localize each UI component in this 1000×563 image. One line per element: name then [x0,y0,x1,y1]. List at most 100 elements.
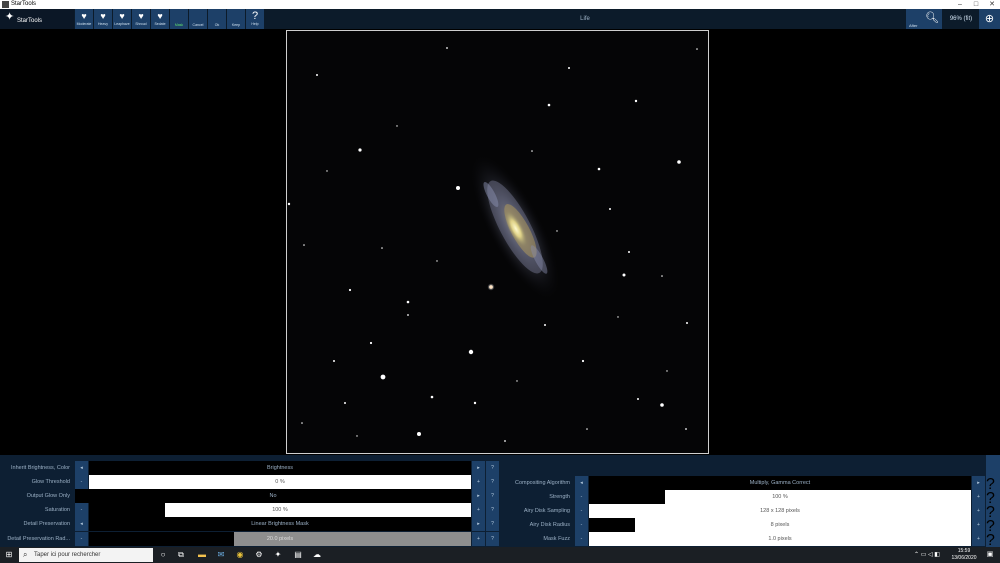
preset-shroud-button[interactable]: ♥ Shroud [132,9,151,29]
decrease-button[interactable]: - [75,503,88,517]
minimize-button[interactable]: – [952,0,968,9]
preset-sedate-button[interactable]: ♥ Sedate [151,9,170,29]
value-text: 128 x 128 pixels [760,508,800,514]
decrease-button[interactable]: - [75,475,88,489]
chrome-icon[interactable]: ◉ [234,547,246,563]
slider-fill [89,503,166,517]
app-icon [2,1,9,8]
increase-button[interactable]: + [972,532,985,546]
preset-leaphaze-button[interactable]: ♥ Leaphaze [113,9,132,29]
param-slider[interactable]: 100 % [89,503,471,517]
windows-start-icon[interactable]: ⊞ [2,547,16,563]
after-label: After [909,23,918,28]
task-view-icon[interactable]: ⧉ [175,547,187,563]
cortana-icon[interactable]: ○ [157,547,169,563]
param-help-button[interactable]: ? [486,489,499,503]
value-text: Brightness [267,465,293,471]
decrease-button[interactable]: - [575,504,588,518]
app-taskbar-icon[interactable]: ▤ [292,547,304,563]
settings-icon[interactable]: ⚙ [253,547,265,563]
param-help-button[interactable]: ? [486,517,499,531]
maximize-button[interactable]: □ [968,0,984,9]
preset-label: Sedate [154,22,166,26]
taskbar-clock[interactable]: 15:59 13/06/2020 [946,548,982,562]
param-slider[interactable]: 8 pixels [589,518,971,532]
param-value[interactable]: Linear Brightness Mask [89,517,471,531]
astro-image[interactable] [286,30,709,454]
heart-icon: ♥ [81,11,87,21]
increase-button[interactable]: + [972,504,985,518]
next-option-button[interactable]: ▸ [472,517,485,531]
heart-icon: ♥ [119,11,125,21]
increase-button[interactable]: + [472,475,485,489]
slider-fill [589,518,635,532]
module-title: Life [580,16,590,22]
search-placeholder: Taper ici pour rechercher [34,552,101,558]
preset-label: Leaphaze [114,22,130,26]
next-option-button[interactable]: ▸ [472,461,485,475]
window-titlebar: StarTools – □ ✕ [0,0,1000,9]
slider-fill [589,490,666,504]
prev-option-button[interactable]: ◂ [75,517,88,531]
system-tray-icons[interactable]: ⌃ ▭ ◁ ◧ [912,547,942,563]
param-row: Glow Threshold - 0 % + ? [0,475,499,489]
mail-icon[interactable]: ✉ [215,547,227,563]
heart-icon: ♥ [100,11,106,21]
decrease-button[interactable]: - [575,518,588,532]
keep-button[interactable]: Keep [227,9,246,29]
notification-icon[interactable]: ▣ [984,547,996,563]
param-slider[interactable]: 1.0 pixels [589,532,971,546]
param-help-button[interactable]: ? [486,532,499,546]
heart-icon: ♥ [157,11,163,21]
zoom-in-button[interactable]: ⊕ [979,9,1000,29]
image-viewport [0,29,1000,455]
param-label: Compositing Algorithm [514,480,570,486]
param-slider[interactable]: 100 % [589,490,971,504]
param-label: Output Glow Only [26,493,70,499]
zoom-level: 96% (fit) [949,16,973,22]
preset-heavy-button[interactable]: ♥ Heavy [94,9,113,29]
prev-option-button[interactable]: ◂ [75,461,88,475]
file-explorer-icon[interactable]: ▬ [196,547,208,563]
decrease-button[interactable]: - [575,490,588,504]
param-help-button[interactable]: ? [486,475,499,489]
increase-button[interactable]: + [972,518,985,532]
next-option-button[interactable]: ▸ [972,476,985,490]
cancel-label: Cancel [192,23,204,27]
help-button[interactable]: ? Help [246,9,265,29]
increase-button[interactable]: + [472,503,485,517]
param-row: Strength - 100 % + [500,490,986,504]
increase-button[interactable]: + [472,532,485,546]
keep-label: Keep [231,23,241,27]
startools-logo[interactable]: ✦ StarTools [0,9,74,29]
param-value[interactable]: Brightness [89,461,471,475]
help-button-strip: ? ? ? ? ? [986,455,1000,549]
close-button[interactable]: ✕ [984,0,1000,9]
zoom-in-icon: ⊕ [984,13,995,25]
param-slider[interactable]: 0 % [89,475,471,489]
toggle-button[interactable]: ▸ [472,489,485,503]
clock-date: 13/06/2020 [951,555,977,561]
param-value[interactable]: No [75,489,471,503]
increase-button[interactable]: + [972,490,985,504]
startools-taskbar-icon[interactable]: ✦ [272,547,284,563]
preset-moderate-button[interactable]: ♥ Moderate [75,9,94,29]
param-slider[interactable]: 128 x 128 pixels [589,504,971,518]
taskbar-search[interactable]: ⌕ Taper ici pour rechercher [19,548,153,562]
param-slider[interactable]: 20.0 pixels [89,532,471,546]
param-row: Detail Preservation Rad... - 20.0 pixels… [0,532,499,546]
decrease-button[interactable]: - [75,532,88,546]
cloud-app-icon[interactable]: ☁ [311,547,323,563]
param-help-button[interactable]: ? [486,503,499,517]
param-label: Airy Disk Radius [529,522,570,528]
decrease-button[interactable]: - [575,532,588,546]
param-help-button[interactable]: ? [486,461,499,475]
star-logo-icon: ✦ [5,11,15,23]
clock-time: 15:59 [957,548,971,554]
after-button[interactable]: 🔍︎ After [906,9,942,29]
param-value[interactable]: Multiply, Gamma Correct [589,476,971,490]
prev-option-button[interactable]: ◂ [575,476,588,490]
ok-button[interactable]: Ok [208,9,227,29]
mask-button[interactable]: Mask [170,9,189,29]
cancel-button[interactable]: Cancel [189,9,208,29]
